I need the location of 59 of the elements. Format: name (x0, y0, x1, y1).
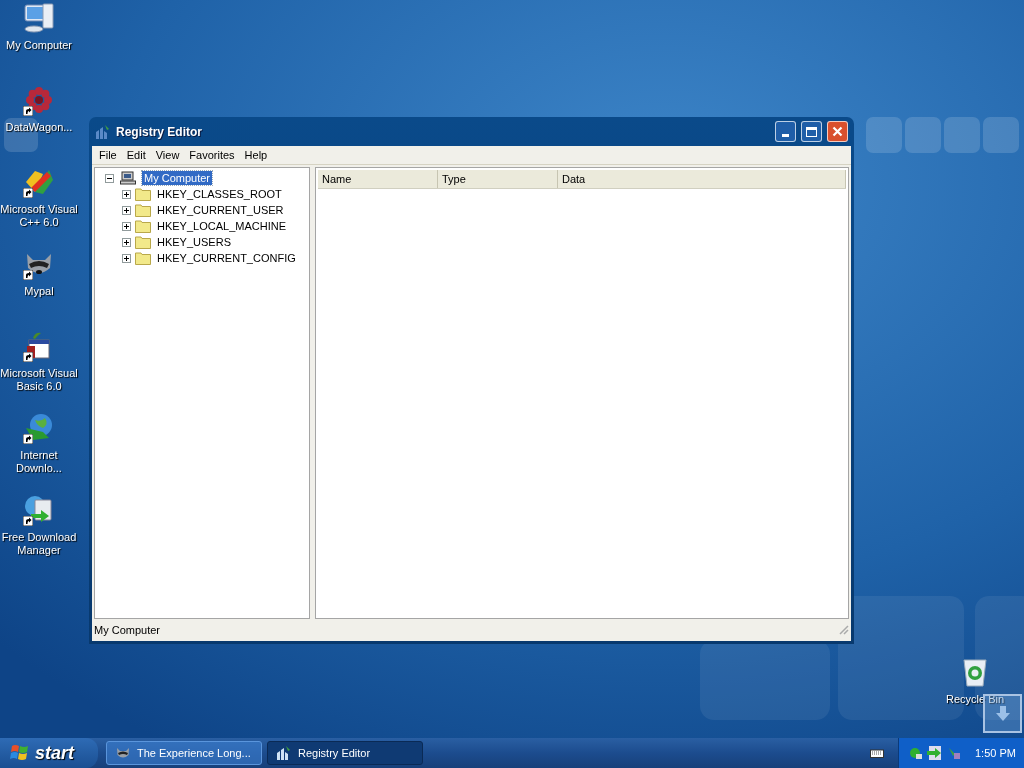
menu-item[interactable]: Edit (121, 146, 151, 164)
minimize-button[interactable] (775, 121, 796, 142)
windows-flag-icon (10, 744, 30, 762)
keyboard-icon[interactable] (870, 748, 884, 758)
expand-box-icon[interactable] (122, 205, 131, 215)
menu-item[interactable]: Favorites (184, 146, 240, 164)
taskbar-button[interactable]: Registry Editor (267, 741, 423, 765)
network-status-icon[interactable] (909, 746, 923, 760)
close-icon (832, 126, 843, 137)
close-button[interactable] (827, 121, 848, 142)
collapse-box-icon[interactable] (105, 173, 114, 183)
wallpaper-tile (905, 117, 941, 153)
minimize-icon (782, 134, 789, 137)
folder-icon (135, 219, 151, 233)
maximize-icon (806, 126, 817, 137)
wallpaper-tile (983, 117, 1019, 153)
column-header[interactable]: Name (318, 170, 438, 188)
tree-item[interactable]: My Computer (142, 171, 213, 185)
expand-box-icon[interactable] (122, 237, 131, 247)
registry-icon (95, 123, 111, 140)
taskbar-button[interactable]: The Experience Long... (106, 741, 262, 765)
desktop-icon-label[interactable]: Internet Downlo... (0, 449, 78, 475)
expand-box-icon[interactable] (122, 189, 131, 199)
resize-grip-icon[interactable] (839, 625, 849, 635)
arrow-document-icon[interactable] (927, 746, 943, 760)
window-title: Registry Editor (116, 123, 203, 141)
registry-icon (276, 745, 292, 761)
status-bar-text: My Computer (94, 622, 161, 638)
tree-item[interactable]: HKEY_CURRENT_USER (155, 201, 286, 219)
menu-item[interactable]: View (150, 146, 185, 164)
folder-icon (135, 251, 151, 265)
tree-item[interactable]: HKEY_CURRENT_CONFIG (155, 249, 298, 267)
desktop-icon-label[interactable]: Mypal (24, 285, 54, 298)
folder-icon (135, 187, 151, 201)
start-button[interactable]: start (0, 738, 98, 768)
wallpaper-tile (944, 117, 980, 153)
expand-box-icon[interactable] (122, 253, 131, 263)
wallpaper-tile (866, 117, 902, 153)
expand-box-icon[interactable] (122, 221, 131, 231)
menu-item[interactable]: File (94, 146, 122, 164)
menu-item[interactable]: Help (239, 146, 273, 164)
tree-item[interactable]: HKEY_CLASSES_ROOT (155, 185, 284, 203)
down-arrow-icon (993, 704, 1012, 723)
column-header[interactable]: Type (438, 170, 558, 188)
tree-item[interactable]: HKEY_USERS (155, 233, 233, 251)
desktop-icon-label[interactable]: Microsoft Visual Basic 6.0 (0, 367, 78, 393)
clock[interactable]: 1:50 PM (975, 744, 1016, 762)
column-header[interactable]: Data (558, 170, 846, 188)
folder-icon (135, 203, 151, 217)
computer-icon (23, 2, 55, 34)
desktop-icon-label[interactable]: My Computer (6, 39, 72, 52)
maximize-button[interactable] (801, 121, 822, 142)
flower-icon (23, 84, 55, 116)
desktop-icon-label[interactable]: Microsoft Visual C++ 6.0 (0, 203, 78, 229)
desktop-icon-label[interactable]: Free Download Manager (0, 531, 78, 557)
folder-icon (135, 235, 151, 249)
computer-icon (120, 171, 136, 185)
desktop-icon-label[interactable]: DataWagon... (5, 121, 73, 134)
tree-item[interactable]: HKEY_LOCAL_MACHINE (155, 217, 288, 235)
